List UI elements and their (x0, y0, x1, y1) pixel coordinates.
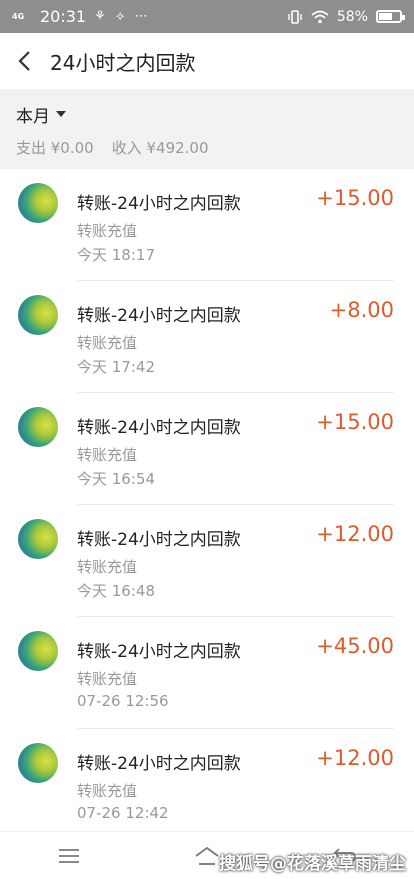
transaction-type: 转账充值 (77, 558, 138, 576)
transaction-amount: +12.00 (316, 522, 394, 546)
transaction-row[interactable]: 转账-24小时之内回款 转账充值 今天 16:48 +12.00 (0, 505, 414, 617)
home-icon (195, 846, 219, 865)
transaction-amount: +15.00 (316, 186, 394, 210)
transaction-row[interactable]: 转账-24小时之内回款 转账充值 07-26 12:42 +12.00 (0, 729, 414, 841)
transaction-type: 转账充值 (77, 222, 138, 240)
avatar (18, 183, 58, 223)
transaction-title: 转账-24小时之内回款 (77, 530, 241, 550)
avatar (18, 631, 58, 671)
battery-icon (376, 10, 405, 23)
avatar (18, 519, 58, 559)
battery-percent: 58% (336, 8, 368, 25)
chevron-left-icon (18, 51, 30, 71)
page-title: 24小时之内回款 (50, 50, 196, 75)
avatar (18, 295, 58, 335)
transaction-amount: +12.00 (316, 746, 394, 770)
transaction-title: 转账-24小时之内回款 (77, 418, 241, 438)
transaction-type: 转账充值 (77, 334, 138, 352)
avatar (18, 743, 58, 783)
transaction-type: 转账充值 (77, 782, 138, 800)
month-label: 本月 (16, 106, 50, 127)
back-button[interactable] (0, 33, 48, 89)
transaction-list: 转账-24小时之内回款 转账充值 今天 18:17 +15.00 转账-24小时… (0, 169, 414, 841)
transaction-row[interactable]: 转账-24小时之内回款 转账充值 今天 18:17 +15.00 (0, 169, 414, 281)
transaction-type: 转账充值 (77, 670, 138, 688)
transaction-time: 07-26 12:56 (77, 692, 169, 710)
transaction-type: 转账充值 (77, 446, 138, 464)
expense-total: 支出 ¥0.00 (16, 139, 94, 157)
transaction-amount: +15.00 (316, 410, 394, 434)
watermark: 搜狐号@花落溪草雨清尘 (219, 854, 406, 874)
network-indicator: 4G (12, 12, 25, 21)
menu-button[interactable] (49, 836, 89, 876)
transaction-amount: +8.00 (329, 298, 394, 322)
menu-icon (59, 848, 79, 863)
transaction-row[interactable]: 转账-24小时之内回款 转账充值 今天 16:54 +15.00 (0, 393, 414, 505)
transaction-title: 转账-24小时之内回款 (77, 642, 241, 662)
transaction-time: 今天 16:54 (77, 470, 155, 488)
transaction-row[interactable]: 转账-24小时之内回款 转账充值 今天 17:42 +8.00 (0, 281, 414, 393)
transaction-time: 07-26 12:42 (77, 804, 169, 822)
summary-panel: 本月 支出 ¥0.00 收入 ¥492.00 (0, 89, 414, 169)
transaction-time: 今天 18:17 (77, 246, 155, 264)
notification-icons: ⚘ ⟡ ⋯ (94, 9, 151, 24)
vibrate-icon (288, 9, 302, 24)
transaction-amount: +45.00 (316, 634, 394, 658)
transaction-title: 转账-24小时之内回款 (77, 754, 241, 774)
income-total: 收入 ¥492.00 (111, 139, 209, 157)
caret-down-icon (56, 111, 66, 117)
transaction-title: 转账-24小时之内回款 (77, 194, 241, 214)
avatar (18, 407, 58, 447)
wifi-icon (311, 10, 329, 23)
navigation-bar: 24小时之内回款 (0, 33, 414, 89)
transaction-row[interactable]: 转账-24小时之内回款 转账充值 07-26 12:56 +45.00 (0, 617, 414, 729)
status-bar: 4G 20:31 ⚘ ⟡ ⋯ 58% (0, 0, 414, 33)
month-selector[interactable]: 本月 (16, 89, 398, 137)
transaction-title: 转账-24小时之内回款 (77, 306, 241, 326)
transaction-time: 今天 16:48 (77, 582, 155, 600)
transaction-time: 今天 17:42 (77, 358, 155, 376)
clock: 20:31 (40, 7, 87, 26)
